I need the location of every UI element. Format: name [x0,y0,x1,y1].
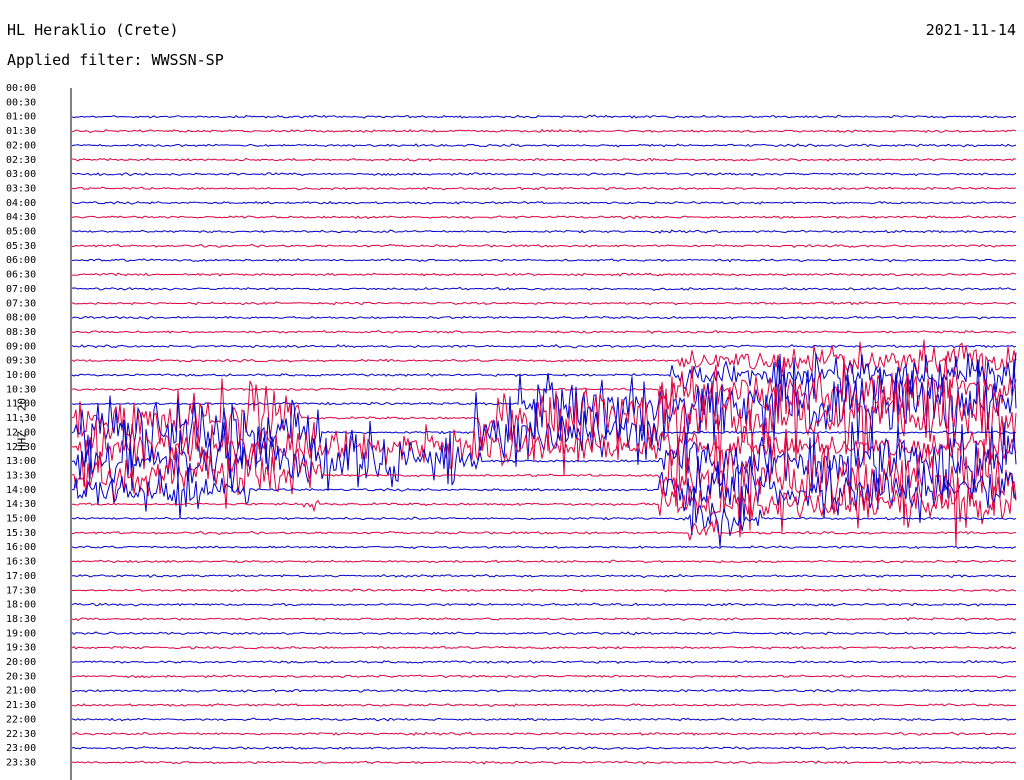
time-tick-label: 01:30 [6,126,36,137]
trace-line [71,215,1017,220]
time-tick-label: 18:00 [6,600,36,611]
time-tick-label: 10:00 [6,370,36,381]
time-tick-label: 06:00 [6,255,36,266]
trace-line [71,731,1017,736]
time-tick-label: 20:30 [6,671,36,682]
trace-line [72,258,1017,263]
time-tick-label: 03:30 [6,183,36,194]
time-tick-label: 11:00 [6,399,36,410]
trace-line [71,329,1017,335]
time-tick-label: 19:00 [6,628,36,639]
time-tick-label: 08:30 [6,327,36,338]
trace-line [71,559,1017,564]
time-tick-label: 14:00 [6,485,36,496]
trace-line [71,602,1017,607]
trace-line [71,301,1017,306]
trace-line [71,518,1017,541]
time-tick-label: 00:00 [6,83,36,94]
time-tick-label: 16:00 [6,542,36,553]
time-tick-label: 23:30 [6,757,36,768]
time-tick-label: 13:30 [6,470,36,481]
time-tick-label: 05:30 [6,241,36,252]
trace-line [71,631,1017,636]
time-tick-label: 22:00 [6,714,36,725]
trace-line [71,286,1017,291]
time-tick-label: 21:30 [6,700,36,711]
time-tick-label: 21:00 [6,686,36,697]
time-tick-label: 11:30 [6,413,36,424]
time-tick-label: 14:30 [6,499,36,510]
trace-line [71,760,1017,765]
trace-lines [71,114,1017,765]
time-tick-label: 09:30 [6,356,36,367]
time-tick-label: 09:00 [6,341,36,352]
time-tick-label: 13:00 [6,456,36,467]
trace-line [71,486,1017,548]
trace-line [71,200,1017,205]
time-tick-label: 10:30 [6,384,36,395]
time-tick-label: 05:00 [6,227,36,238]
trace-line [71,157,1017,162]
trace-line [71,243,1017,248]
time-tick-label: 07:30 [6,298,36,309]
trace-line [71,172,1017,177]
time-tick-label: 22:30 [6,729,36,740]
time-tick-label: 17:00 [6,571,36,582]
time-tick-label: 02:00 [6,140,36,151]
trace-line [71,114,1017,119]
time-tick-label: 17:30 [6,585,36,596]
trace-line [71,573,1017,579]
trace-line [71,746,1017,751]
time-tick-label: 19:30 [6,643,36,654]
trace-line [71,128,1017,134]
time-tick-label: 20:00 [6,657,36,668]
time-tick-label: 12:30 [6,442,36,453]
time-tick-label: 04:00 [6,198,36,209]
trace-line [71,315,1016,320]
trace-line [71,186,1017,191]
trace-line [71,143,1017,148]
trace-line [71,674,1017,679]
trace-line [71,616,1017,622]
trace-line [72,272,1017,277]
time-tick-label: 12:00 [6,427,36,438]
time-tick-label: 23:00 [6,743,36,754]
time-tick-label: 04:30 [6,212,36,223]
time-tick-label: 03:00 [6,169,36,180]
time-tick-label: 18:30 [6,614,36,625]
time-tick-label: 15:30 [6,528,36,539]
time-tick-label: 15:00 [6,514,36,525]
trace-line [71,659,1017,664]
time-tick-label: 16:30 [6,557,36,568]
time-tick-label: 01:00 [6,112,36,123]
time-tick-label: 02:30 [6,155,36,166]
trace-line [71,703,1017,707]
trace-line [71,588,1017,593]
trace-line [71,645,1017,650]
trace-line [71,545,1017,550]
time-tick-label: 00:30 [6,97,36,108]
time-tick-label: 08:00 [6,313,36,324]
time-tick-labels: 00:00 00:30 01:00 01:30 02:00 02:30 03:00 03:30… [6,83,36,768]
time-tick-label: 06:30 [6,270,36,281]
trace-line [71,688,1017,693]
trace-line [71,344,1017,349]
seismogram-plot: 00:00 00:30 01:00 01:30 02:00 02:30 03:00 03:30… [6,83,1017,780]
trace-line [71,229,1017,234]
time-tick-label: 07:00 [6,284,36,295]
trace-line [71,717,1017,722]
